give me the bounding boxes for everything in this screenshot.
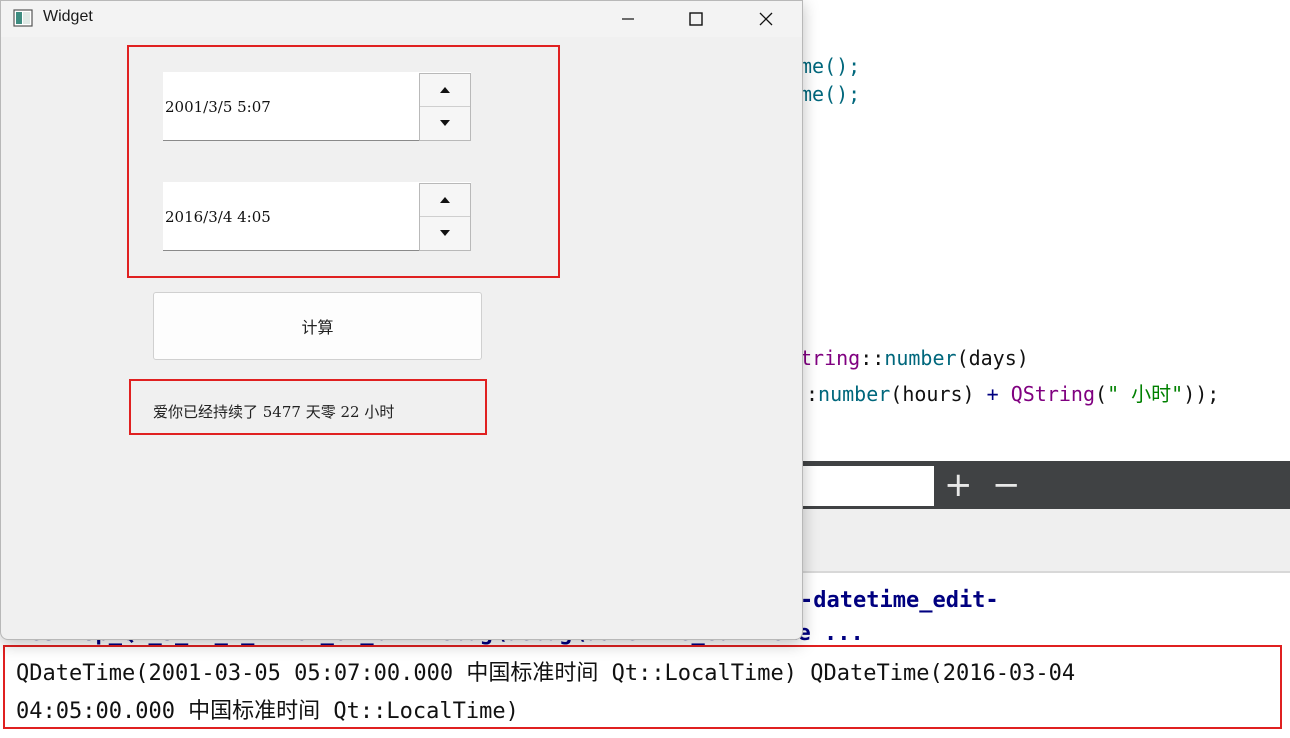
arrow-up-icon <box>440 87 450 93</box>
start-spin-up-button[interactable] <box>420 74 470 107</box>
minus-icon[interactable]: − <box>992 465 1021 505</box>
close-icon <box>759 12 773 26</box>
end-spin-down-button[interactable] <box>420 217 470 249</box>
code-token: tring <box>800 346 861 370</box>
plus-icon[interactable]: + <box>944 465 973 505</box>
arrow-down-icon <box>440 120 450 126</box>
code-token: (hours) <box>890 382 987 406</box>
code-token: number <box>818 382 891 406</box>
end-datetime-value: 2016/3/4 4:05 <box>165 208 271 226</box>
window-title: Widget <box>43 8 93 25</box>
result-label: 爱你已经持续了 5477 天零 22 小时 <box>153 403 395 421</box>
minimize-icon <box>622 18 634 20</box>
start-datetime-edit[interactable]: 2001/3/5 5:07 <box>163 72 471 141</box>
code-token: : <box>806 382 819 406</box>
maximize-button[interactable] <box>673 1 719 37</box>
code-line-4: :number(hours) + QString(" 小时")); <box>806 378 1219 407</box>
start-spin-down-button[interactable] <box>420 107 470 139</box>
end-datetime-edit[interactable]: 2016/3/4 4:05 <box>163 182 471 251</box>
output-header-strip <box>800 509 1290 573</box>
start-datetime-spinner <box>419 73 471 141</box>
code-line-2: me(); <box>800 82 860 106</box>
close-button[interactable] <box>743 1 789 37</box>
code-token: me(); <box>800 82 861 106</box>
code-token: " 小时" <box>1107 382 1184 406</box>
minimize-button[interactable] <box>605 1 651 37</box>
widget-app-icon <box>13 9 33 27</box>
code-token: :: <box>860 346 885 370</box>
code-token: number <box>884 346 957 370</box>
output-highlight-box <box>3 645 1282 729</box>
end-datetime-spinner <box>419 183 471 251</box>
code-token: )); <box>1183 382 1220 406</box>
output-path-line-1: -datetime_edit- <box>800 588 999 613</box>
filter-input[interactable] <box>802 466 934 506</box>
widget-window: Widget 2001/3/5 5:07 2016/3/4 4:05 计算 爱你… <box>0 0 803 640</box>
code-line-3: tring::number(days) <box>800 346 1029 370</box>
arrow-up-icon <box>440 197 450 203</box>
code-token: (days) <box>956 346 1029 370</box>
code-line-1: me(); <box>800 54 860 78</box>
code-token: QString <box>1010 382 1096 406</box>
code-token: ( <box>1095 382 1108 406</box>
arrow-down-icon <box>440 230 450 236</box>
code-token: me(); <box>800 54 861 78</box>
title-bar[interactable]: Widget <box>1 1 802 37</box>
start-datetime-value: 2001/3/5 5:07 <box>165 98 271 116</box>
code-token: + <box>986 382 1011 406</box>
end-spin-up-button[interactable] <box>420 184 470 217</box>
calculate-button[interactable]: 计算 <box>153 292 482 360</box>
maximize-icon <box>689 12 703 26</box>
